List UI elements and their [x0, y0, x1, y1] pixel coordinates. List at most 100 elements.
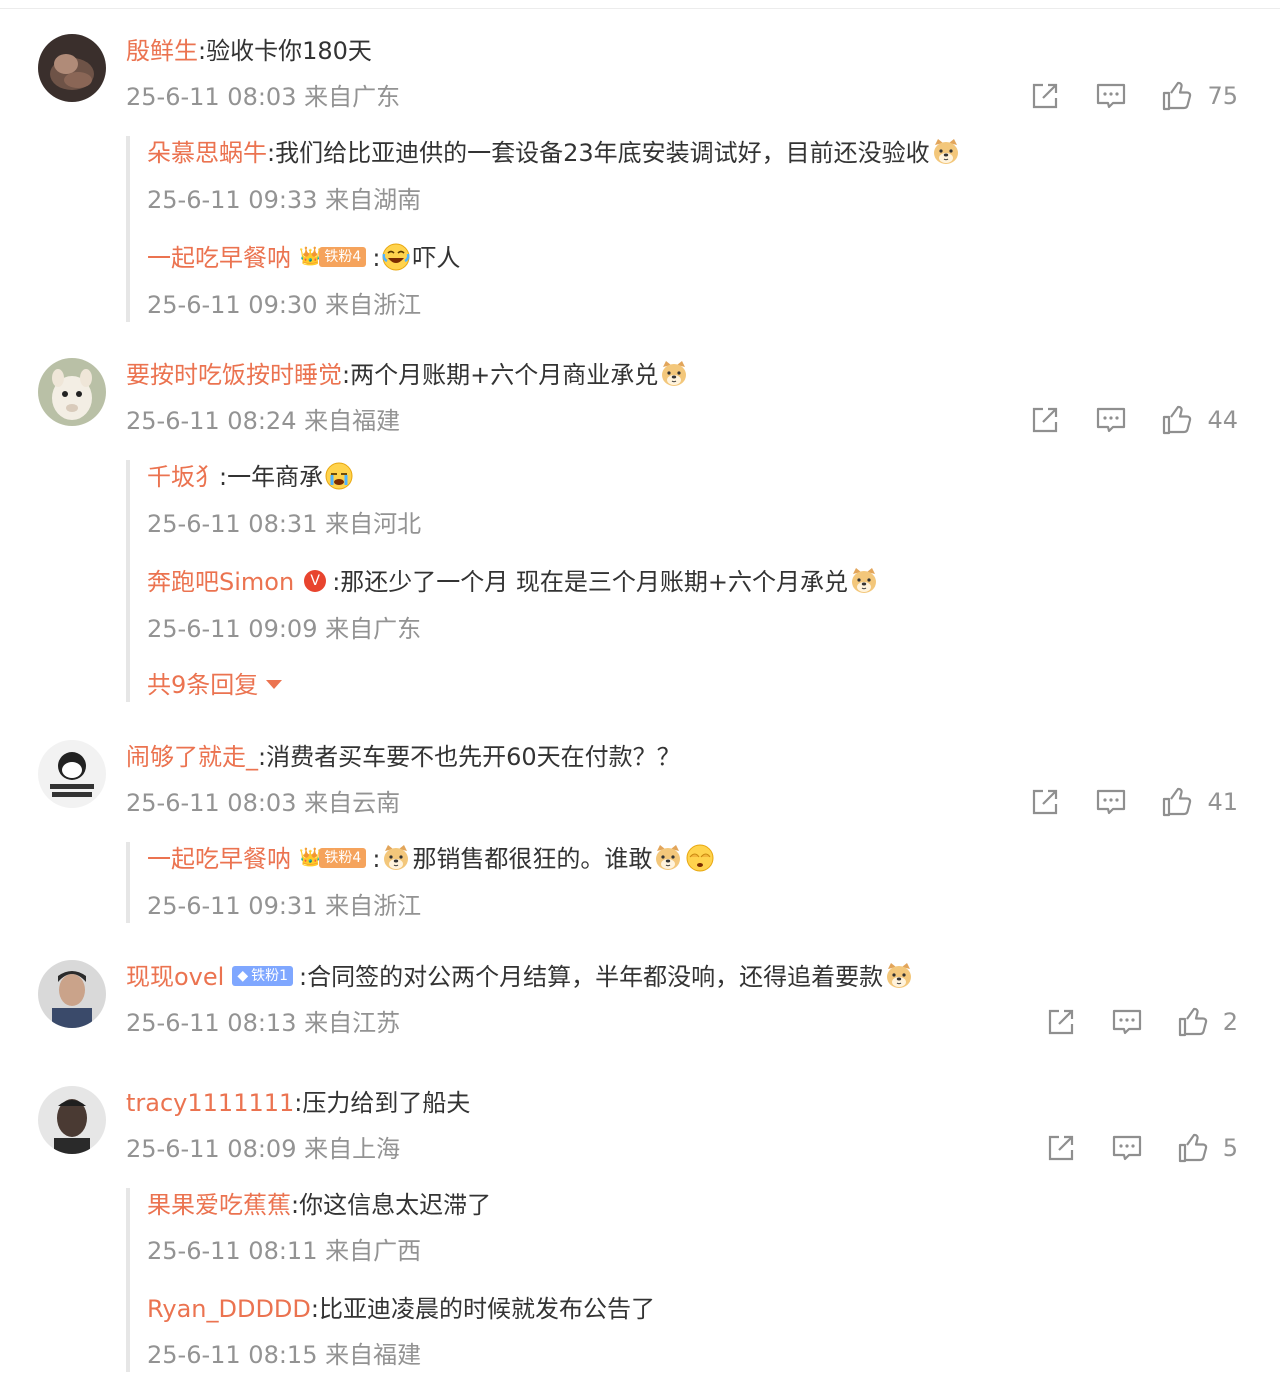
comment-actions: 75	[1029, 80, 1238, 112]
reply-button[interactable]	[1095, 80, 1127, 112]
comment-body: tracy1111111:压力给到了船夫	[126, 1086, 470, 1120]
like-button[interactable]: 44	[1161, 404, 1238, 436]
username-link[interactable]: 现现ovel	[126, 963, 224, 991]
forward-button[interactable]	[1045, 1006, 1077, 1038]
username-link[interactable]: 千坂犭	[147, 463, 219, 491]
reply-text: :那还少了一个月 现在是三个月账期+六个月承兑	[332, 568, 849, 596]
more-replies-label: 共9条回复	[147, 671, 259, 699]
like-button[interactable]: 2	[1177, 1006, 1238, 1038]
avatar[interactable]	[38, 740, 106, 808]
reply-text: :	[372, 845, 381, 873]
thumbs-up-icon	[1177, 1132, 1209, 1164]
forward-button[interactable]	[1029, 786, 1061, 818]
forward-button[interactable]	[1045, 1132, 1077, 1164]
cry-emoji-icon	[324, 461, 354, 491]
thumbs-up-icon	[1161, 786, 1193, 818]
v-badge-icon: V	[304, 570, 327, 592]
comment-icon	[1111, 1132, 1143, 1164]
fan-badge: 👑 铁粉4	[299, 246, 367, 268]
diamond-icon: ◆	[232, 966, 249, 986]
doge-emoji-icon	[381, 843, 411, 873]
comment-meta: 25-6-11 08:03 来自广东	[126, 83, 401, 111]
reply-button[interactable]	[1111, 1006, 1143, 1038]
doge-emoji-icon	[653, 843, 683, 873]
comment-actions: 41	[1029, 786, 1238, 818]
comment-icon	[1095, 404, 1127, 436]
comment-body: 要按时吃饭按时睡觉:两个月账期+六个月商业承兑	[126, 358, 690, 393]
reply-item: 千坂犭:一年商承 25-6-11 08:31 来自河北	[130, 460, 880, 541]
doge-emoji-icon	[659, 359, 689, 389]
reply-button[interactable]	[1095, 404, 1127, 436]
thumbs-up-icon	[1161, 404, 1193, 436]
username-link[interactable]: Ryan_DDDDD	[147, 1295, 311, 1323]
like-count: 2	[1222, 1008, 1238, 1036]
share-icon	[1029, 80, 1061, 112]
thumbs-up-icon	[1177, 1006, 1209, 1038]
avatar[interactable]	[38, 1086, 106, 1154]
reply-item: 一起吃早餐呐 👑 铁粉4: 吓人 25-6-11 09:30 来自浙江	[130, 241, 962, 322]
reply-button[interactable]	[1111, 1132, 1143, 1164]
doge-emoji-icon	[931, 137, 961, 167]
reply-meta: 25-6-11 09:30 来自浙江	[147, 291, 422, 319]
username-link[interactable]: 一起吃早餐呐	[147, 244, 291, 272]
thumbs-up-icon	[1161, 80, 1193, 112]
forward-button[interactable]	[1029, 404, 1061, 436]
forward-button[interactable]	[1029, 80, 1061, 112]
cover-face-emoji-icon	[685, 843, 715, 873]
username-link[interactable]: 殷鲜生	[126, 37, 198, 65]
share-icon	[1045, 1132, 1077, 1164]
reply-item: Ryan_DDDDD:比亚迪凌晨的时候就发布公告了 25-6-11 08:15 …	[130, 1292, 655, 1372]
reply-meta: 25-6-11 08:15 来自福建	[147, 1341, 422, 1369]
comment-actions: 2	[1045, 1006, 1238, 1038]
comment-text: :验收卡你180天	[198, 37, 372, 65]
top-divider	[0, 8, 1280, 9]
comment-meta: 25-6-11 08:03 来自云南	[126, 789, 401, 817]
comment-text: :消费者买车要不也先开60天在付款？？	[258, 743, 681, 771]
username-link[interactable]: tracy1111111	[126, 1089, 294, 1117]
reply-list: 千坂犭:一年商承 25-6-11 08:31 来自河北 奔跑吧Simon V:那还…	[126, 460, 880, 702]
fan-badge: 👑 铁粉4	[299, 847, 367, 869]
reply-item: 果果爱吃蕉蕉:你这信息太迟滞了 25-6-11 08:11 来自广西	[130, 1188, 655, 1268]
comment-body: 殷鲜生:验收卡你180天	[126, 34, 372, 68]
comment-icon	[1111, 1006, 1143, 1038]
comment-body: 现现ovel ◆ 铁粉1:合同签的对公两个月结算，半年都没响，还得追着要款	[126, 960, 915, 995]
reply-text-2: 那销售都很狂的。谁敢	[412, 845, 653, 873]
like-count: 44	[1207, 406, 1238, 434]
reply-text: :你这信息太迟滞了	[291, 1191, 492, 1219]
username-link[interactable]: 要按时吃饭按时睡觉	[126, 361, 342, 389]
comment-actions: 44	[1029, 404, 1238, 436]
like-button[interactable]: 41	[1161, 786, 1238, 818]
crown-icon: 👑	[299, 246, 322, 267]
username-link[interactable]: 朵慕思蜗牛	[147, 139, 267, 167]
reply-item: 奔跑吧Simon V:那还少了一个月 现在是三个月账期+六个月承兑 25-6-11…	[130, 565, 880, 646]
avatar[interactable]	[38, 358, 106, 426]
like-count: 5	[1222, 1134, 1238, 1162]
reply-text-2: 吓人	[412, 244, 461, 272]
username-link[interactable]: 奔跑吧Simon	[147, 568, 294, 596]
like-count: 41	[1207, 788, 1238, 816]
crown-icon: 👑	[299, 847, 322, 868]
reply-item: 一起吃早餐呐 👑 铁粉4: 那销售都很狂的。谁敢 25-6-11 09:31 来自浙江	[130, 842, 716, 923]
reply-meta: 25-6-11 09:33 来自湖南	[147, 186, 422, 214]
reply-text: :我们给比亚迪供的一套设备23年底安装调试好，目前还没验收	[267, 139, 930, 167]
reply-meta: 25-6-11 08:31 来自河北	[147, 510, 422, 538]
doge-emoji-icon	[849, 566, 879, 596]
username-link[interactable]: 闹够了就走_	[126, 743, 258, 771]
share-icon	[1029, 404, 1061, 436]
reply-button[interactable]	[1095, 786, 1127, 818]
comment-icon	[1095, 786, 1127, 818]
comment-meta: 25-6-11 08:09 来自上海	[126, 1135, 401, 1163]
comment-actions: 5	[1045, 1132, 1238, 1164]
reply-meta: 25-6-11 08:11 来自广西	[147, 1237, 422, 1265]
reply-text: :一年商承	[219, 463, 324, 491]
username-link[interactable]: 一起吃早餐呐	[147, 845, 291, 873]
avatar[interactable]	[38, 34, 106, 102]
like-button[interactable]: 75	[1161, 80, 1238, 112]
reply-item: 朵慕思蜗牛:我们给比亚迪供的一套设备23年底安装调试好，目前还没验收 25-6-…	[130, 136, 962, 217]
avatar[interactable]	[38, 960, 106, 1028]
username-link[interactable]: 果果爱吃蕉蕉	[147, 1191, 291, 1219]
like-button[interactable]: 5	[1177, 1132, 1238, 1164]
more-replies-link[interactable]: 共9条回复	[130, 668, 880, 702]
comment-text: :两个月账期+六个月商业承兑	[342, 361, 659, 389]
like-count: 75	[1207, 82, 1238, 110]
